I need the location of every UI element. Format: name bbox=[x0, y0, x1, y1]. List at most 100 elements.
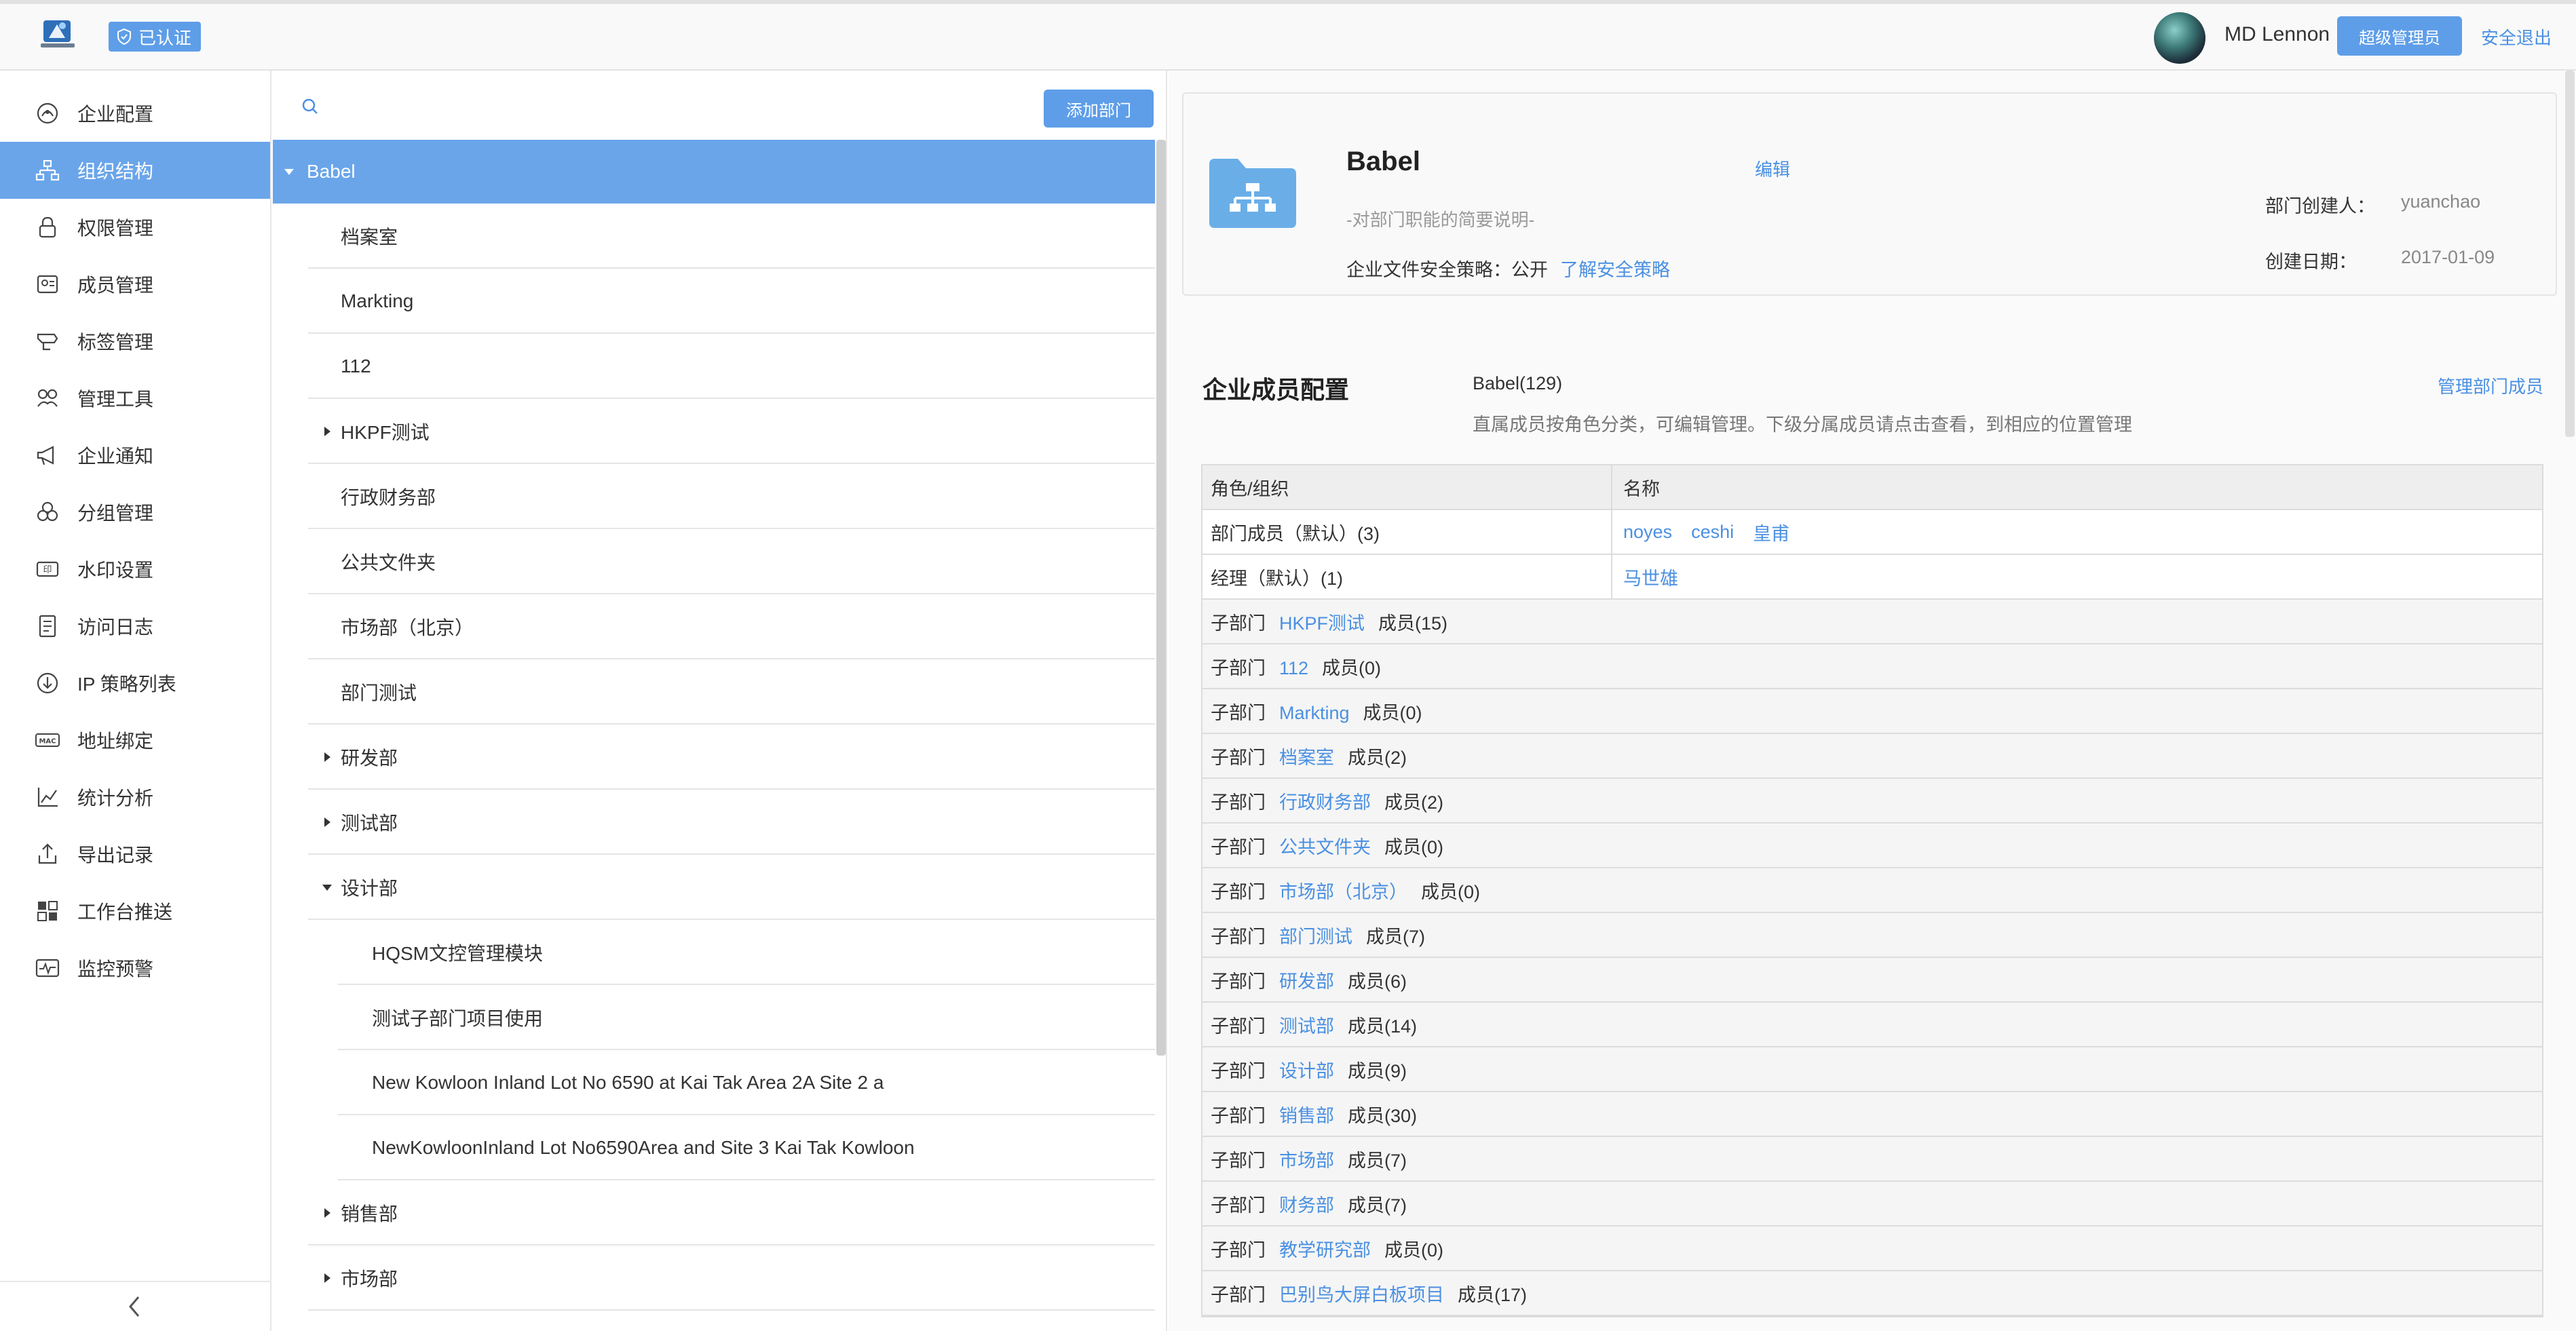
caret-right-icon[interactable] bbox=[320, 425, 334, 438]
lock-icon bbox=[39, 216, 56, 238]
member-link[interactable]: 皇甫 bbox=[1753, 519, 1789, 545]
sub-department-link[interactable]: 教学研究部 bbox=[1279, 1240, 1371, 1260]
sidebar-item-label: 企业配置 bbox=[77, 104, 154, 125]
sidebar-item-2[interactable]: 权限管理 bbox=[0, 199, 270, 256]
tree-scrollbar[interactable] bbox=[1156, 140, 1166, 1056]
sub-department-link[interactable]: 研发部 bbox=[1279, 971, 1334, 992]
tree-node[interactable]: 部门测试 bbox=[308, 661, 1155, 725]
member-count: 成员(2) bbox=[1348, 747, 1407, 768]
tree-node[interactable]: 市场部 bbox=[308, 1247, 1155, 1311]
sub-department-link[interactable]: 设计部 bbox=[1279, 1061, 1334, 1081]
super-admin-button[interactable]: 超级管理员 bbox=[2337, 16, 2462, 56]
sub-department-link[interactable]: 巴别鸟大屏白板项目 bbox=[1279, 1285, 1444, 1305]
tree-node[interactable]: 行政财务部 bbox=[308, 465, 1155, 529]
sidebar-item-7[interactable]: 分组管理 bbox=[0, 484, 270, 541]
caret-right-icon[interactable] bbox=[320, 1206, 334, 1220]
sidebar-item-12[interactable]: 统计分析 bbox=[0, 769, 270, 826]
tree-node[interactable]: 测试部 bbox=[308, 791, 1155, 855]
sidebar-item-11[interactable]: MAC 地址绑定 bbox=[0, 712, 270, 769]
manage-members-link[interactable]: 管理部门成员 bbox=[2438, 373, 2543, 398]
tree-node[interactable]: New Kowloon Inland Lot No 6590 at Kai Ta… bbox=[338, 1052, 1155, 1115]
sidebar-collapse-button[interactable] bbox=[0, 1281, 270, 1331]
tree-node[interactable]: Markting bbox=[308, 270, 1155, 334]
member-link[interactable]: noyes bbox=[1623, 522, 1672, 543]
sidebar-item-4[interactable]: 标签管理 bbox=[0, 313, 270, 370]
table-row: 子部门 行政财务部 成员(2) bbox=[1202, 779, 2542, 824]
mac-icon: MAC bbox=[35, 733, 60, 747]
tree-node[interactable]: 档案室 bbox=[308, 205, 1155, 269]
add-department-button[interactable]: 添加部门 bbox=[1044, 90, 1154, 128]
creator-label: 部门创建人： bbox=[2265, 196, 2375, 216]
sidebar-item-8[interactable]: 印 水印设置 bbox=[0, 541, 270, 598]
sub-department-cell: 子部门 112 成员(0) bbox=[1211, 653, 1381, 680]
tree-node[interactable]: 公共文件夹 bbox=[308, 531, 1155, 594]
table-row: 子部门 112 成员(0) bbox=[1202, 644, 2542, 689]
sub-department-link[interactable]: 财务部 bbox=[1279, 1195, 1334, 1216]
logout-link[interactable]: 安全退出 bbox=[2481, 24, 2552, 50]
sub-department-prefix: 子部门 bbox=[1211, 1195, 1266, 1216]
sub-department-link[interactable]: 112 bbox=[1279, 658, 1308, 678]
tree-node[interactable]: 销售部 bbox=[308, 1182, 1155, 1246]
caret-right-icon[interactable] bbox=[320, 750, 334, 764]
tree-node[interactable]: Babel bbox=[273, 140, 1155, 204]
content-scrollbar[interactable] bbox=[2565, 71, 2575, 437]
table-row: 子部门 HKPF测试 成员(15) bbox=[1202, 600, 2542, 644]
tree-node[interactable]: NewKowloonInland Lot No6590Area and Site… bbox=[338, 1117, 1155, 1180]
caret-right-icon[interactable] bbox=[320, 1271, 334, 1285]
sub-department-prefix: 子部门 bbox=[1211, 926, 1266, 947]
sub-department-link[interactable]: 测试部 bbox=[1279, 1016, 1334, 1037]
sub-department-prefix: 子部门 bbox=[1211, 792, 1266, 813]
sidebar-item-14[interactable]: 工作台推送 bbox=[0, 883, 270, 940]
sub-department-link[interactable]: 市场部（北京） bbox=[1279, 882, 1407, 902]
sub-department-prefix: 子部门 bbox=[1211, 1239, 1266, 1260]
sidebar-item-5[interactable]: 管理工具 bbox=[0, 370, 270, 427]
tools-icon bbox=[37, 389, 58, 407]
app-logo-icon[interactable] bbox=[39, 18, 76, 52]
sidebar-item-label: 权限管理 bbox=[77, 218, 154, 239]
user-avatar[interactable] bbox=[2154, 12, 2205, 64]
sub-department-link[interactable]: Markting bbox=[1279, 703, 1350, 723]
tree-node[interactable]: 市场部（北京） bbox=[308, 596, 1155, 659]
sub-department-link[interactable]: 行政财务部 bbox=[1279, 792, 1371, 813]
tree-node-label: Markting bbox=[341, 290, 414, 311]
sub-department-link[interactable]: 市场部 bbox=[1279, 1151, 1334, 1171]
sidebar-item-13[interactable]: 导出记录 bbox=[0, 826, 270, 883]
tree-node[interactable]: 研发部 bbox=[308, 726, 1155, 790]
sub-department-link[interactable]: 公共文件夹 bbox=[1279, 837, 1371, 857]
caret-right-icon[interactable] bbox=[320, 815, 334, 829]
department-detail: Babel 编辑 -对部门职能的简要说明- 企业文件安全策略：公开 了解安全策略 … bbox=[1169, 71, 2576, 1331]
tree-node-label: NewKowloonInland Lot No6590Area and Site… bbox=[372, 1137, 915, 1158]
sidebar-item-10[interactable]: IP 策略列表 bbox=[0, 655, 270, 712]
sub-department-link[interactable]: 部门测试 bbox=[1279, 927, 1352, 947]
sub-department-link[interactable]: 销售部 bbox=[1279, 1106, 1334, 1126]
table-row: 子部门 市场部（北京） 成员(0) bbox=[1202, 868, 2542, 913]
sidebar-item-3[interactable]: 成员管理 bbox=[0, 256, 270, 313]
tree-node[interactable]: 112 bbox=[308, 335, 1155, 399]
tree-node[interactable]: 测试子部门项目使用 bbox=[338, 986, 1155, 1050]
sub-department-link[interactable]: 档案室 bbox=[1279, 748, 1334, 768]
sub-department-prefix: 子部门 bbox=[1211, 1150, 1266, 1171]
sidebar-item-6[interactable]: 企业通知 bbox=[0, 427, 270, 484]
watermark-icon: 印 bbox=[36, 561, 59, 577]
sidebar-item-9[interactable]: 访问日志 bbox=[0, 598, 270, 655]
sub-department-link[interactable]: HKPF测试 bbox=[1279, 613, 1365, 634]
sub-department-cell: 子部门 市场部 成员(7) bbox=[1211, 1146, 1407, 1172]
sidebar-item-0[interactable]: 企业配置 bbox=[0, 85, 270, 142]
member-link[interactable]: 马世雄 bbox=[1623, 564, 1678, 590]
member-count: 成员(0) bbox=[1363, 702, 1422, 723]
sidebar-item-15[interactable]: 监控预警 bbox=[0, 940, 270, 997]
department-tree-panel: 添加部门 Babel 档案室 Markting 112 HKPF测试 行政财务部 公共文件夹… bbox=[273, 71, 1167, 1331]
search-icon[interactable] bbox=[300, 96, 320, 117]
learn-security-policy-link[interactable]: 了解安全策略 bbox=[1560, 260, 1670, 280]
caret-down-icon[interactable] bbox=[320, 881, 334, 894]
member-count: 成员(2) bbox=[1384, 792, 1443, 813]
tree-node[interactable]: HKPF测试 bbox=[308, 400, 1155, 464]
caret-down-icon[interactable] bbox=[282, 165, 296, 178]
verified-badge: 已认证 bbox=[109, 22, 202, 52]
header-top-line bbox=[0, 0, 2576, 4]
tree-node[interactable]: 设计部 bbox=[308, 856, 1155, 920]
tree-node[interactable]: HQSM文控管理模块 bbox=[338, 921, 1155, 985]
member-link[interactable]: ceshi bbox=[1691, 522, 1734, 543]
edit-department-link[interactable]: 编辑 bbox=[1755, 156, 1790, 181]
sidebar-item-1[interactable]: 组织结构 bbox=[0, 142, 270, 199]
